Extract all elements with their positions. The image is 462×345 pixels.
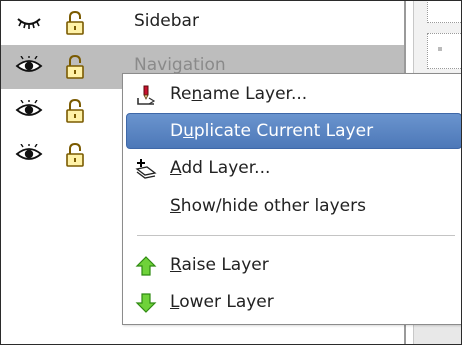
raise-arrow-icon xyxy=(135,256,157,276)
unlock-icon[interactable] xyxy=(63,98,87,124)
menu-item-duplicate-current-layer[interactable]: Duplicate Current Layer xyxy=(126,113,461,149)
menu-item-label: Duplicate Current Layer xyxy=(170,121,374,141)
menu-separator xyxy=(137,235,455,236)
lower-arrow-icon xyxy=(135,293,157,313)
menu-item-show-hide-other-layers[interactable]: Show/hide other layers xyxy=(123,188,461,224)
menu-item-label: Show/hide other layers xyxy=(170,196,366,216)
canvas-object xyxy=(427,33,461,69)
eye-open-icon[interactable] xyxy=(15,144,43,164)
menu-item-raise-layer[interactable]: Raise Layer xyxy=(123,247,461,283)
layer-context-menu: Rename Layer... Duplicate Current Layer … xyxy=(122,73,461,325)
layer-name: Navigation xyxy=(134,55,226,75)
menu-item-lower-layer[interactable]: Lower Layer xyxy=(123,284,461,320)
menu-item-label: Raise Layer xyxy=(170,255,269,275)
canvas-object xyxy=(427,1,461,23)
rename-layer-icon xyxy=(137,85,156,105)
eye-open-icon[interactable] xyxy=(15,100,43,120)
layer-name: Sidebar xyxy=(134,11,199,31)
canvas-handle xyxy=(438,47,442,51)
menu-item-label: Rename Layer... xyxy=(170,84,308,104)
menu-item-rename-layer[interactable]: Rename Layer... xyxy=(123,76,461,112)
unlock-icon[interactable] xyxy=(63,54,87,80)
screenshot-frame: Sidebar Navigation Rename Layer... Dupli… xyxy=(0,0,462,345)
menu-item-add-layer[interactable]: Add Layer... xyxy=(123,150,461,186)
eye-closed-icon[interactable] xyxy=(15,12,43,32)
unlock-icon[interactable] xyxy=(63,10,87,36)
add-layer-icon xyxy=(135,159,157,179)
unlock-icon[interactable] xyxy=(63,142,87,168)
menu-item-label: Add Layer... xyxy=(170,158,271,178)
menu-item-label: Lower Layer xyxy=(170,292,274,312)
layer-row-sidebar[interactable]: Sidebar xyxy=(1,1,404,45)
eye-open-icon[interactable] xyxy=(15,56,43,76)
